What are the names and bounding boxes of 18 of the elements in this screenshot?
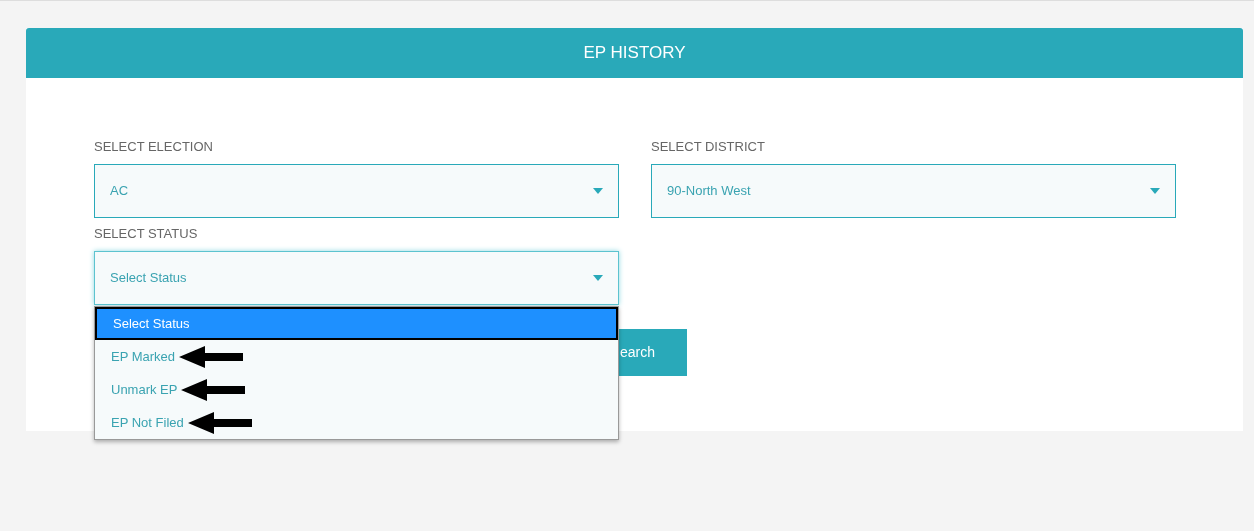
search-button[interactable]: earch xyxy=(619,329,687,376)
select-field[interactable]: Select Status xyxy=(94,251,619,305)
dropdown-option[interactable]: EP Not Filed xyxy=(95,406,184,439)
dropdown-option[interactable]: Select Status xyxy=(95,307,618,340)
select-field[interactable]: AC xyxy=(94,164,619,218)
select-field[interactable]: 90-North West xyxy=(651,164,1176,218)
dropdown-option[interactable]: EP Marked xyxy=(95,340,176,373)
arrow-icon xyxy=(187,411,252,434)
dropdown-option[interactable]: Unmark EP xyxy=(95,373,178,406)
caret-icon xyxy=(593,188,603,194)
arrow-icon xyxy=(181,378,246,401)
page-title: EP HISTORY xyxy=(583,42,686,65)
field-label: SELECT DISTRICT xyxy=(651,138,766,155)
arrow-icon xyxy=(179,345,244,368)
caret-icon xyxy=(1150,188,1160,194)
field-label: SELECT STATUS xyxy=(94,225,199,242)
field-label: SELECT ELECTION xyxy=(94,138,214,155)
caret-icon xyxy=(593,275,603,281)
